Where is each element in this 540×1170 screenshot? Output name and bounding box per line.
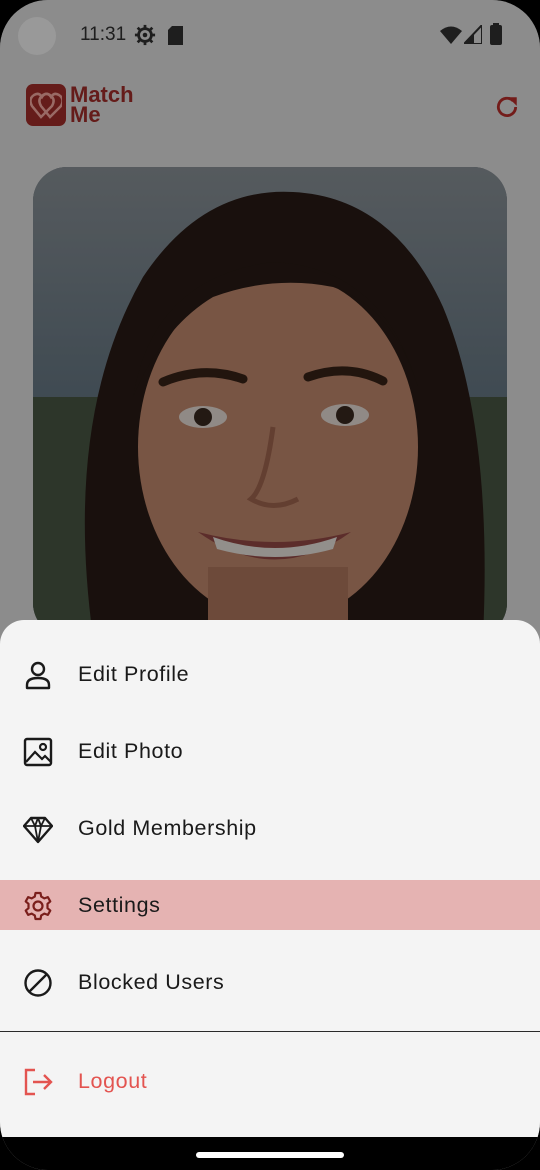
menu-item-label: Edit Photo: [78, 738, 184, 763]
menu-item-edit-profile[interactable]: Edit Profile: [0, 649, 540, 699]
system-nav-bar: [0, 1137, 540, 1170]
block-icon: [24, 969, 52, 997]
menu-item-settings[interactable]: Settings: [0, 880, 540, 930]
app-screen: 11:31 Match Me Edit Profile Edit Photo G…: [0, 0, 540, 1170]
diamond-icon: [23, 816, 53, 844]
home-gesture-handle[interactable]: [196, 1152, 344, 1158]
menu-item-edit-photo[interactable]: Edit Photo: [0, 726, 540, 776]
logout-icon: [24, 1068, 53, 1096]
profile-menu-sheet: Edit Profile Edit Photo Gold Membership …: [0, 620, 540, 1137]
menu-divider: [0, 1031, 540, 1032]
menu-item-label: Edit Profile: [78, 661, 190, 686]
menu-item-label: Logout: [78, 1068, 148, 1093]
menu-item-label: Blocked Users: [78, 969, 225, 994]
gear-icon: [24, 891, 52, 921]
menu-item-logout[interactable]: Logout: [0, 1056, 540, 1106]
menu-item-blocked-users[interactable]: Blocked Users: [0, 957, 540, 1007]
menu-item-label: Gold Membership: [78, 815, 257, 840]
menu-item-label: Settings: [78, 892, 161, 917]
image-icon: [23, 737, 53, 767]
person-icon: [25, 661, 51, 690]
menu-item-gold-membership[interactable]: Gold Membership: [0, 803, 540, 853]
